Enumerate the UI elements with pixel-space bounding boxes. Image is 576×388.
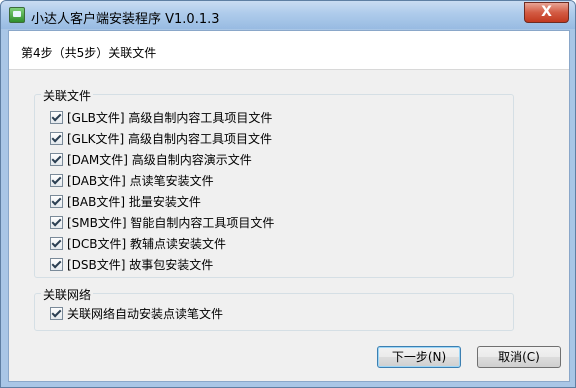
group-title-files: 关联文件 — [41, 87, 94, 104]
checkbox-label: [GLK文件] 高级自制内容工具项目文件 — [67, 131, 273, 146]
installer-window: 小达人客户端安装程序 V1.0.1.3 X 第4步（共5步）关联文件 关联文件 … — [0, 0, 576, 388]
checkbox-checked-icon[interactable] — [50, 236, 63, 250]
checkbox-row-glk[interactable]: [GLK文件] 高级自制内容工具项目文件 — [50, 129, 272, 147]
step-header: 第4步（共5步）关联文件 — [9, 31, 569, 70]
network-association-group: 关联网络 关联网络自动安装点读笔文件 — [34, 286, 514, 331]
checkbox-label: 关联网络自动安装点读笔文件 — [67, 306, 224, 321]
checkbox-checked-icon[interactable] — [50, 131, 63, 145]
checkbox-label: [DSB文件] 故事包安装文件 — [67, 257, 214, 272]
checkbox-label: [SMB文件] 智能自制内容工具项目文件 — [67, 215, 275, 230]
checkbox-checked-icon[interactable] — [50, 152, 63, 166]
title-bar[interactable]: 小达人客户端安装程序 V1.0.1.3 X — [1, 1, 575, 29]
checkbox-row-dam[interactable]: [DAM文件] 高级自制内容演示文件 — [50, 150, 252, 168]
checkbox-label: [DAB文件] 点读笔安装文件 — [67, 173, 214, 188]
checkbox-checked-icon[interactable] — [50, 173, 63, 187]
checkbox-row-bab[interactable]: [BAB文件] 批量安装文件 — [50, 192, 201, 210]
checkbox-row-smb[interactable]: [SMB文件] 智能自制内容工具项目文件 — [50, 213, 274, 231]
checkbox-checked-icon[interactable] — [50, 194, 63, 208]
dialog-body: 第4步（共5步）关联文件 关联文件 [GLB文件] 高级自制内容工具项目文件 [… — [8, 30, 570, 382]
checkbox-checked-icon[interactable] — [50, 110, 63, 124]
checkbox-row-dcb[interactable]: [DCB文件] 教辅点读安装文件 — [50, 234, 226, 252]
close-icon: X — [541, 4, 552, 20]
checkbox-label: [GLB文件] 高级自制内容工具项目文件 — [67, 110, 273, 125]
app-icon — [9, 7, 25, 23]
checkbox-label: [DAM文件] 高级自制内容演示文件 — [67, 152, 252, 167]
cancel-button[interactable]: 取消(C) — [477, 346, 561, 368]
group-title-network: 关联网络 — [41, 286, 94, 303]
checkbox-label: [DCB文件] 教辅点读安装文件 — [67, 236, 227, 251]
checkbox-row-dsb[interactable]: [DSB文件] 故事包安装文件 — [50, 255, 213, 273]
checkbox-label: [BAB文件] 批量安装文件 — [67, 194, 201, 209]
checkbox-checked-icon[interactable] — [50, 215, 63, 229]
file-association-group: 关联文件 [GLB文件] 高级自制内容工具项目文件 [GLK文件] 高级自制内容… — [34, 87, 514, 278]
next-button[interactable]: 下一步(N) — [377, 346, 461, 368]
step-title: 第4步（共5步）关联文件 — [21, 46, 157, 60]
checkbox-row-network[interactable]: 关联网络自动安装点读笔文件 — [50, 304, 223, 322]
close-button[interactable]: X — [524, 2, 569, 23]
checkbox-row-glb[interactable]: [GLB文件] 高级自制内容工具项目文件 — [50, 108, 272, 126]
checkbox-checked-icon[interactable] — [50, 257, 63, 271]
checkbox-row-dab[interactable]: [DAB文件] 点读笔安装文件 — [50, 171, 214, 189]
window-title: 小达人客户端安装程序 V1.0.1.3 — [31, 12, 220, 27]
checkbox-checked-icon[interactable] — [50, 306, 63, 320]
